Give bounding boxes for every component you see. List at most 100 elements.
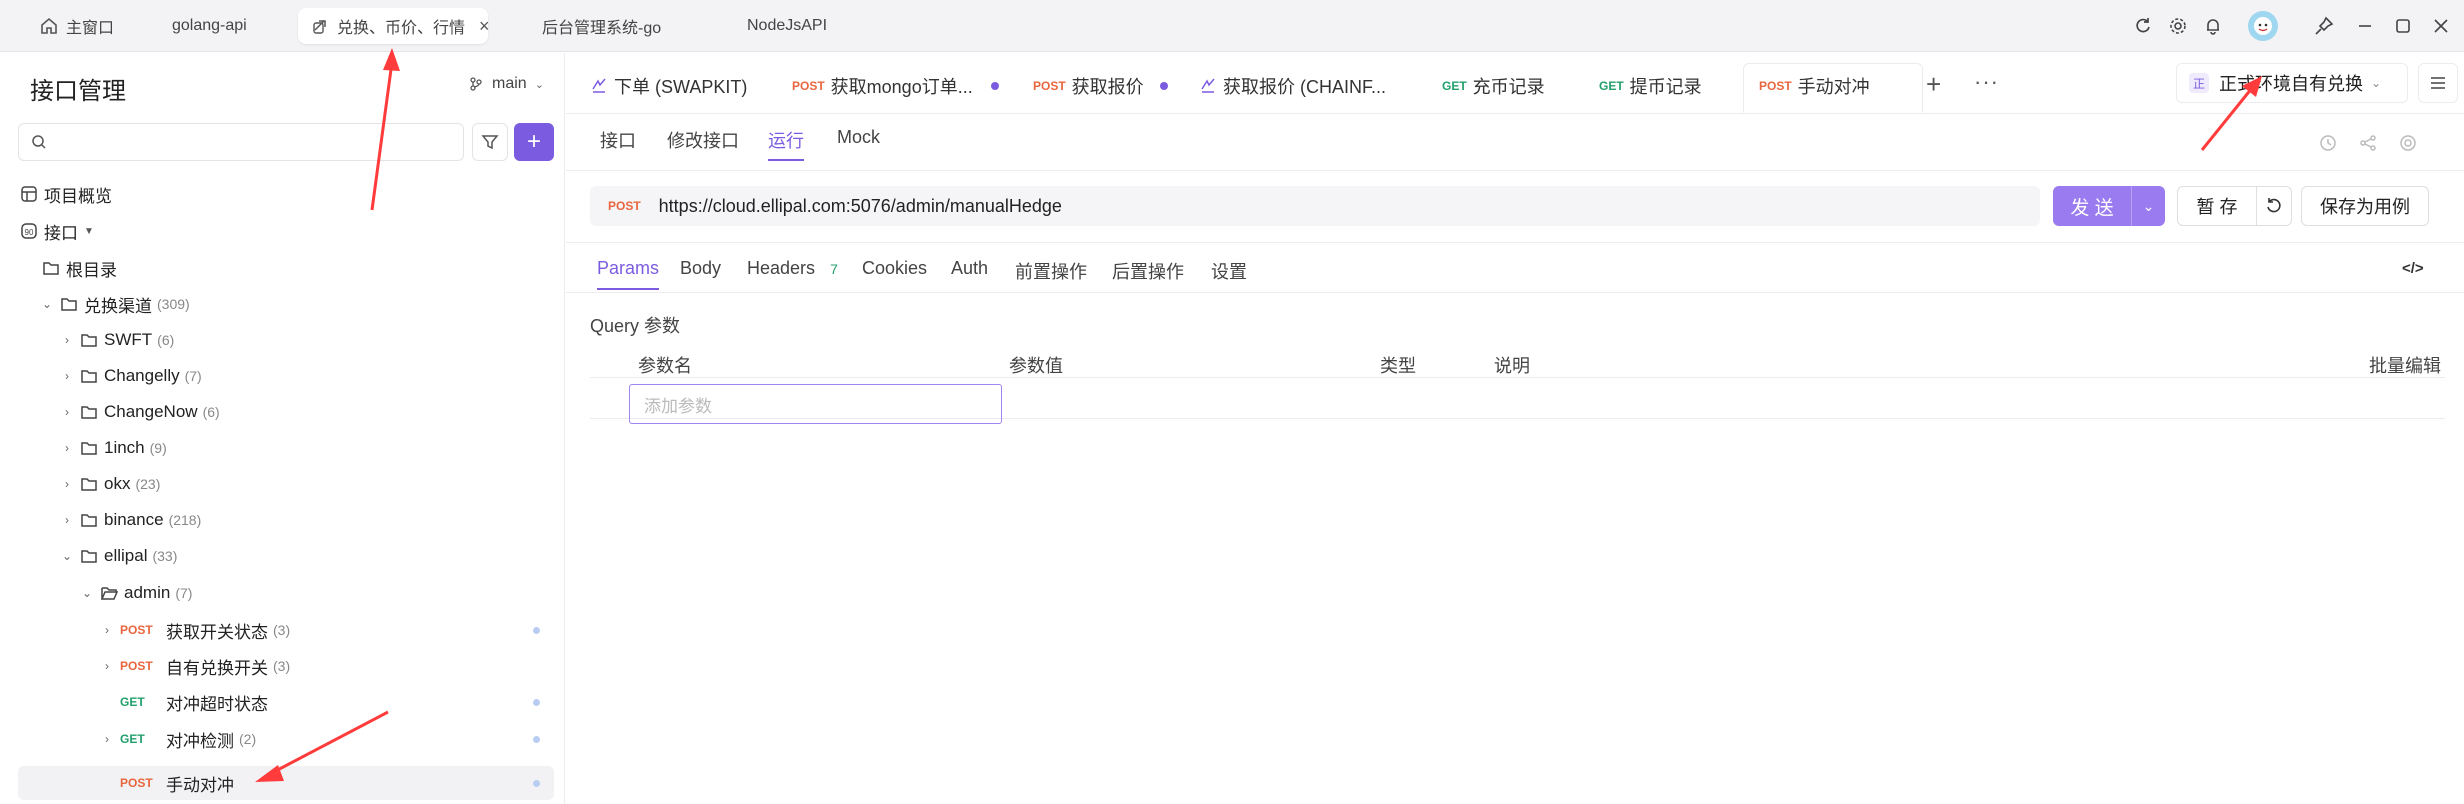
method-badge: GET [1442, 79, 1467, 93]
plus-icon: + [526, 128, 541, 155]
tab-auth[interactable]: Auth [951, 258, 988, 290]
root-folder[interactable]: 根目录 [42, 251, 578, 285]
new-tab-button[interactable]: + [1926, 69, 1941, 100]
chevron-down-icon: ⌄ [2371, 76, 2382, 90]
more-tabs-button[interactable]: ··· [1974, 69, 1999, 95]
endpoint-hedge-timeout-status[interactable]: GET 对冲超时状态 [100, 685, 554, 719]
url-bar[interactable]: POST https://cloud.ellipal.com:5076/admi… [590, 186, 2040, 226]
tree-folder-binance[interactable]: › binance (218) [60, 503, 596, 537]
maximize-icon[interactable] [2390, 13, 2416, 39]
project-overview[interactable]: 项目概览 [20, 177, 556, 211]
request-tab-1[interactable]: POST 获取mongo订单... [792, 69, 999, 103]
method-badge: POST [120, 623, 153, 637]
folder-label: okx [104, 474, 131, 493]
overview-label: 项目概览 [44, 186, 112, 206]
tab-params[interactable]: Params [597, 258, 660, 290]
search-input[interactable] [18, 123, 464, 161]
request-tab-2[interactable]: POST 获取报价 [1033, 69, 1168, 103]
tab-cookies[interactable]: Cookies [862, 258, 927, 290]
request-tab-3[interactable]: 获取报价 (CHAINF... [1199, 69, 1386, 103]
tab-settings[interactable]: 设置 [1211, 258, 1247, 290]
bell-icon[interactable] [2200, 13, 2226, 39]
url-input[interactable]: https://cloud.ellipal.com:5076/admin/man… [659, 196, 1062, 217]
tab-body[interactable]: Body [680, 258, 721, 290]
filter-button[interactable] [472, 123, 508, 161]
add-button[interactable]: + [514, 123, 554, 161]
folder-label: 1inch [104, 438, 145, 457]
avatar[interactable] [2248, 11, 2278, 41]
request-tab-4[interactable]: GET 充币记录 [1442, 69, 1545, 103]
api-icon: 90 [20, 222, 38, 240]
send-button[interactable]: 发 送 [2053, 193, 2131, 220]
folder-count: (7) [175, 585, 193, 601]
refresh-icon[interactable] [2130, 13, 2156, 39]
chevron-right-icon: › [65, 477, 69, 491]
pin-icon[interactable] [2311, 13, 2337, 39]
subtab-mock[interactable]: Mock [837, 127, 880, 161]
send-dropdown-button[interactable]: ⌄ [2132, 198, 2165, 215]
window-tab-label: 主窗口 [66, 20, 115, 37]
swap-icon [590, 77, 608, 95]
status-dot [533, 626, 540, 634]
tree-folder-changelly[interactable]: › Changelly (7) [60, 359, 596, 393]
environment-selector[interactable]: 正 正式环境自有兑换 ⌄ [2176, 63, 2408, 103]
folder-count: (9) [149, 440, 167, 456]
endpoint-count: (3) [273, 622, 291, 638]
request-tab-0[interactable]: 下单 (SWAPKIT) [590, 69, 747, 103]
menu-button[interactable] [2418, 63, 2458, 103]
folder-count: (218) [168, 512, 202, 528]
settings-icon[interactable] [2398, 133, 2418, 158]
window-tab-admin-go[interactable]: 后台管理系统-go [528, 8, 675, 44]
subtab-run[interactable]: 运行 [768, 127, 804, 161]
tab-pre-actions[interactable]: 前置操作 [1015, 258, 1087, 290]
tree-folder-ellipal[interactable]: ⌄ ellipal (33) [60, 539, 596, 573]
close-icon[interactable]: × [479, 16, 490, 37]
history-icon[interactable] [2318, 133, 2338, 158]
subtab-interface[interactable]: 接口 [600, 127, 636, 161]
interfaces-section[interactable]: 90 接口 ▼ [20, 214, 556, 248]
minimize-icon[interactable] [2352, 13, 2378, 39]
endpoint-own-exchange-switch[interactable]: › POST 自有兑换开关 (3) [100, 649, 554, 683]
code-icon[interactable]: </> [2402, 260, 2424, 277]
home-icon [40, 17, 58, 35]
more-icon: ··· [1974, 69, 1999, 94]
reset-button[interactable] [2256, 186, 2292, 226]
column-type: 类型 [1380, 356, 1416, 376]
query-params-title: Query 参数 [590, 316, 681, 336]
filter-icon [481, 135, 499, 150]
tree-folder-okx[interactable]: › okx (23) [60, 467, 596, 501]
folder-icon [80, 439, 98, 457]
swap-icon [1199, 77, 1217, 95]
share-icon[interactable] [2358, 133, 2378, 158]
tree-folder-admin[interactable]: ⌄ admin (7) [80, 576, 616, 610]
tab-post-actions[interactable]: 后置操作 [1112, 258, 1184, 290]
bulk-edit-button[interactable]: 批量编辑 [2369, 352, 2441, 378]
chevron-down-icon: ⌄ [81, 586, 93, 600]
save-as-case-button[interactable]: 保存为用例 [2301, 186, 2429, 226]
close-window-icon[interactable] [2428, 13, 2454, 39]
tab-headers[interactable]: Headers 7 [747, 258, 838, 290]
endpoint-hedge-check[interactable]: › GET 对冲检测 (2) [100, 722, 554, 756]
chevron-right-icon: › [65, 441, 69, 455]
window-titlebar: 主窗口 golang-api 兑换、币价、行情 × 后台管理系统-go Node… [0, 0, 2464, 52]
window-tab-main[interactable]: 主窗口 [26, 8, 128, 44]
folder-label: binance [104, 510, 164, 529]
stash-button[interactable]: 暂 存 [2177, 186, 2257, 226]
window-tab-golang-api[interactable]: golang-api [158, 8, 261, 44]
request-tab-6[interactable]: POST 手动对冲 [1759, 69, 1870, 103]
endpoint-get-switch-status[interactable]: › POST 获取开关状态 (3) [100, 613, 554, 647]
divider [566, 170, 2464, 171]
tree-folder-1inch[interactable]: › 1inch (9) [60, 431, 596, 465]
tree-folder-swft[interactable]: › SWFT (6) [60, 323, 596, 357]
subtab-edit-interface[interactable]: 修改接口 [667, 127, 739, 161]
divider [566, 292, 2464, 293]
branch-selector[interactable]: main ⌄ [468, 75, 544, 93]
tree-folder-changenow[interactable]: › ChangeNow (6) [60, 395, 596, 429]
window-tab-exchange[interactable]: 兑换、币价、行情 × [298, 8, 490, 44]
request-tab-5[interactable]: GET 提币记录 [1599, 69, 1702, 103]
endpoint-manual-hedge[interactable]: POST 手动对冲 [18, 766, 554, 800]
gear-icon[interactable] [2165, 13, 2191, 39]
window-tab-nodejs[interactable]: NodeJsAPI [733, 8, 841, 44]
tree-folder-exchange[interactable]: ⌄ 兑换渠道 (309) [40, 287, 576, 321]
add-param-input[interactable]: 添加参数 [629, 384, 1002, 424]
